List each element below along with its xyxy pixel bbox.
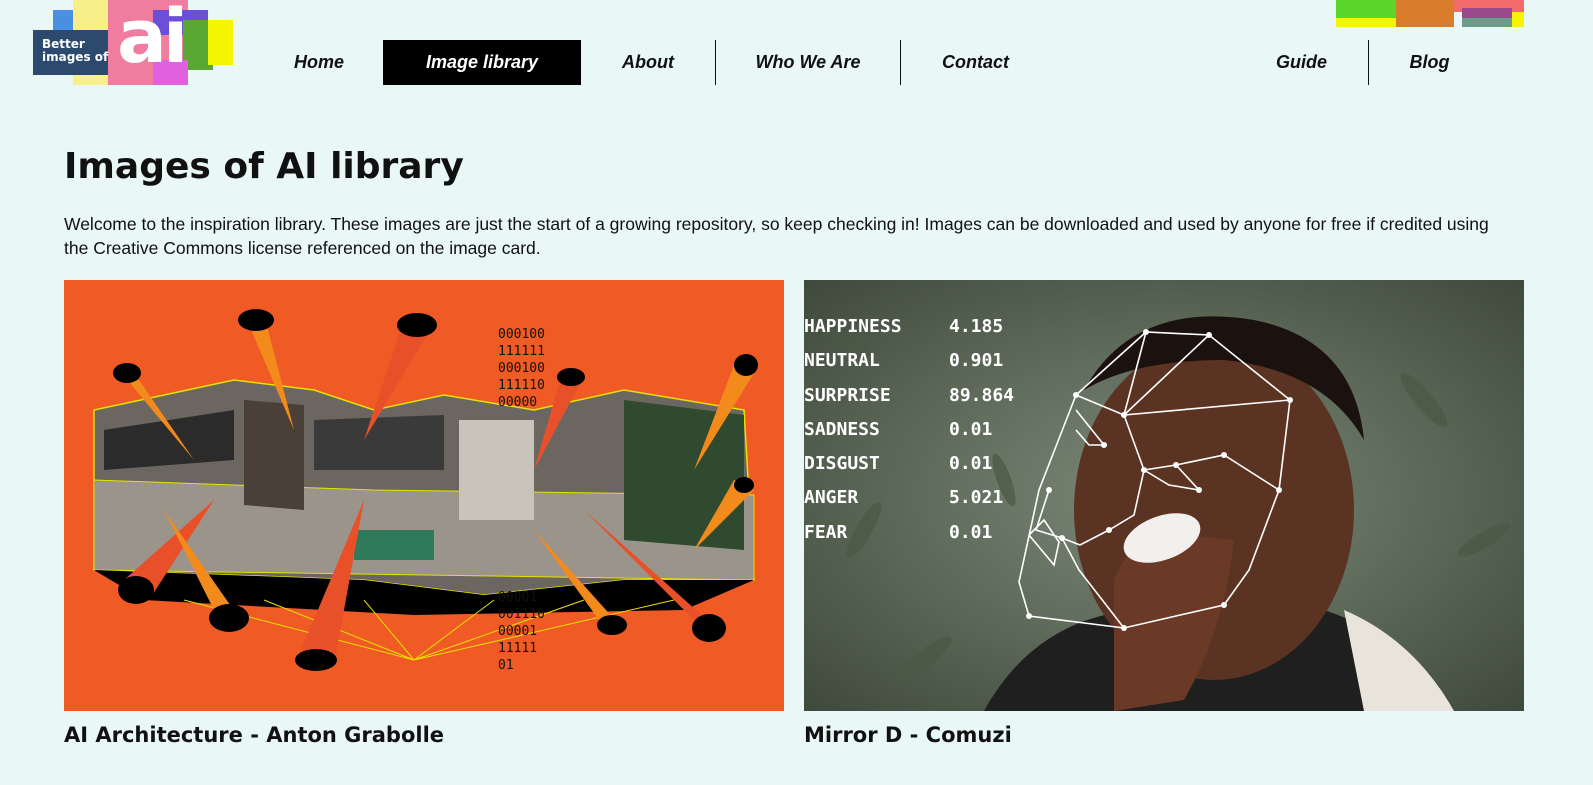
logo-ai-mark: ai — [117, 0, 188, 80]
emotion-row: NEUTRAL 0.901 — [804, 350, 1014, 384]
emotion-row: FEAR 0.01 — [804, 522, 1014, 556]
card-caption[interactable]: AI Architecture - Anton Grabolle — [64, 723, 784, 747]
card-image-ai-architecture[interactable]: 000100 111111 000100 111110 00000 00001 … — [64, 280, 784, 711]
binary-block-top: 000100 111111 000100 111110 00000 — [498, 326, 545, 411]
site-logo[interactable]: Better images of ai — [33, 0, 233, 85]
emotion-value: 4.185 — [949, 316, 1004, 337]
binary-line: 000100 — [498, 327, 545, 342]
emotion-row: ANGER 5.021 — [804, 487, 1014, 521]
emotion-label: FEAR — [804, 521, 848, 543]
binary-line: 11111 — [498, 641, 538, 656]
binary-line: 00000 — [498, 395, 538, 410]
image-card[interactable]: HAPPINESS 4.185 NEUTRAL 0.901 SURPRISE 89.8… — [804, 280, 1524, 747]
binary-block-bottom: 00001 001110 00001 11111 01 — [498, 589, 545, 674]
emotion-label: SADNESS — [804, 418, 880, 440]
emotion-row: SURPRISE 89.864 — [804, 385, 1014, 419]
card-caption[interactable]: Mirror D - Comuzi — [804, 723, 1524, 747]
emotion-label: NEUTRAL — [804, 350, 880, 372]
nav-who-we-are[interactable]: Who We Are — [715, 40, 900, 85]
secondary-nav: Guide Blog — [1235, 40, 1490, 85]
emotion-value: 89.864 — [949, 384, 1015, 406]
emotion-label: HAPPINESS — [804, 316, 902, 337]
emotion-value: 0.01 — [949, 521, 993, 543]
nav-about[interactable]: About — [581, 40, 715, 85]
emotion-value: 0.01 — [949, 453, 993, 475]
emotion-row: SADNESS 0.01 — [804, 419, 1014, 453]
binary-line: 111110 — [498, 378, 545, 393]
image-card[interactable]: 000100 111111 000100 111110 00000 00001 … — [64, 280, 784, 747]
binary-line: 111111 — [498, 344, 545, 359]
binary-line: 00001 — [498, 624, 538, 639]
emotion-row: HAPPINESS 4.185 — [804, 316, 1014, 350]
nav-home[interactable]: Home — [255, 40, 383, 85]
binary-line: 01 — [498, 658, 514, 673]
card-image-mirror-d[interactable]: HAPPINESS 4.185 NEUTRAL 0.901 SURPRISE 89.8… — [804, 280, 1524, 711]
nav-image-library[interactable]: Image library — [383, 40, 581, 85]
nav-blog[interactable]: Blog — [1368, 40, 1490, 85]
logo-text: Better images of — [42, 38, 108, 64]
logo-block — [208, 20, 233, 65]
emotion-label: SURPRISE — [804, 384, 891, 406]
emotion-label: DISGUST — [804, 453, 880, 475]
binary-line: 001110 — [498, 607, 545, 622]
emotion-label: ANGER — [804, 487, 859, 509]
page-title: Images of AI library — [64, 146, 464, 187]
emotion-value: 0.901 — [949, 350, 1004, 372]
emotion-value: 5.021 — [949, 487, 1004, 509]
intro-text: Welcome to the inspiration library. Thes… — [64, 214, 1489, 258]
nav-contact[interactable]: Contact — [900, 40, 1050, 85]
logo-block — [73, 0, 108, 30]
emotion-value: 0.01 — [949, 418, 993, 440]
binary-line: 00001 — [498, 590, 538, 605]
logo-text-line2: images of — [42, 50, 109, 64]
nav-guide[interactable]: Guide — [1235, 40, 1368, 85]
emotion-row: DISGUST 0.01 — [804, 453, 1014, 487]
main-nav: Home Image library About Who We Are Cont… — [255, 40, 1050, 85]
corner-decoration — [1336, 0, 1524, 27]
emotion-readout: HAPPINESS 4.185 NEUTRAL 0.901 SURPRISE 89.8… — [804, 316, 1014, 556]
binary-line: 000100 — [498, 361, 545, 376]
ai-architecture-illustration — [93, 309, 758, 671]
